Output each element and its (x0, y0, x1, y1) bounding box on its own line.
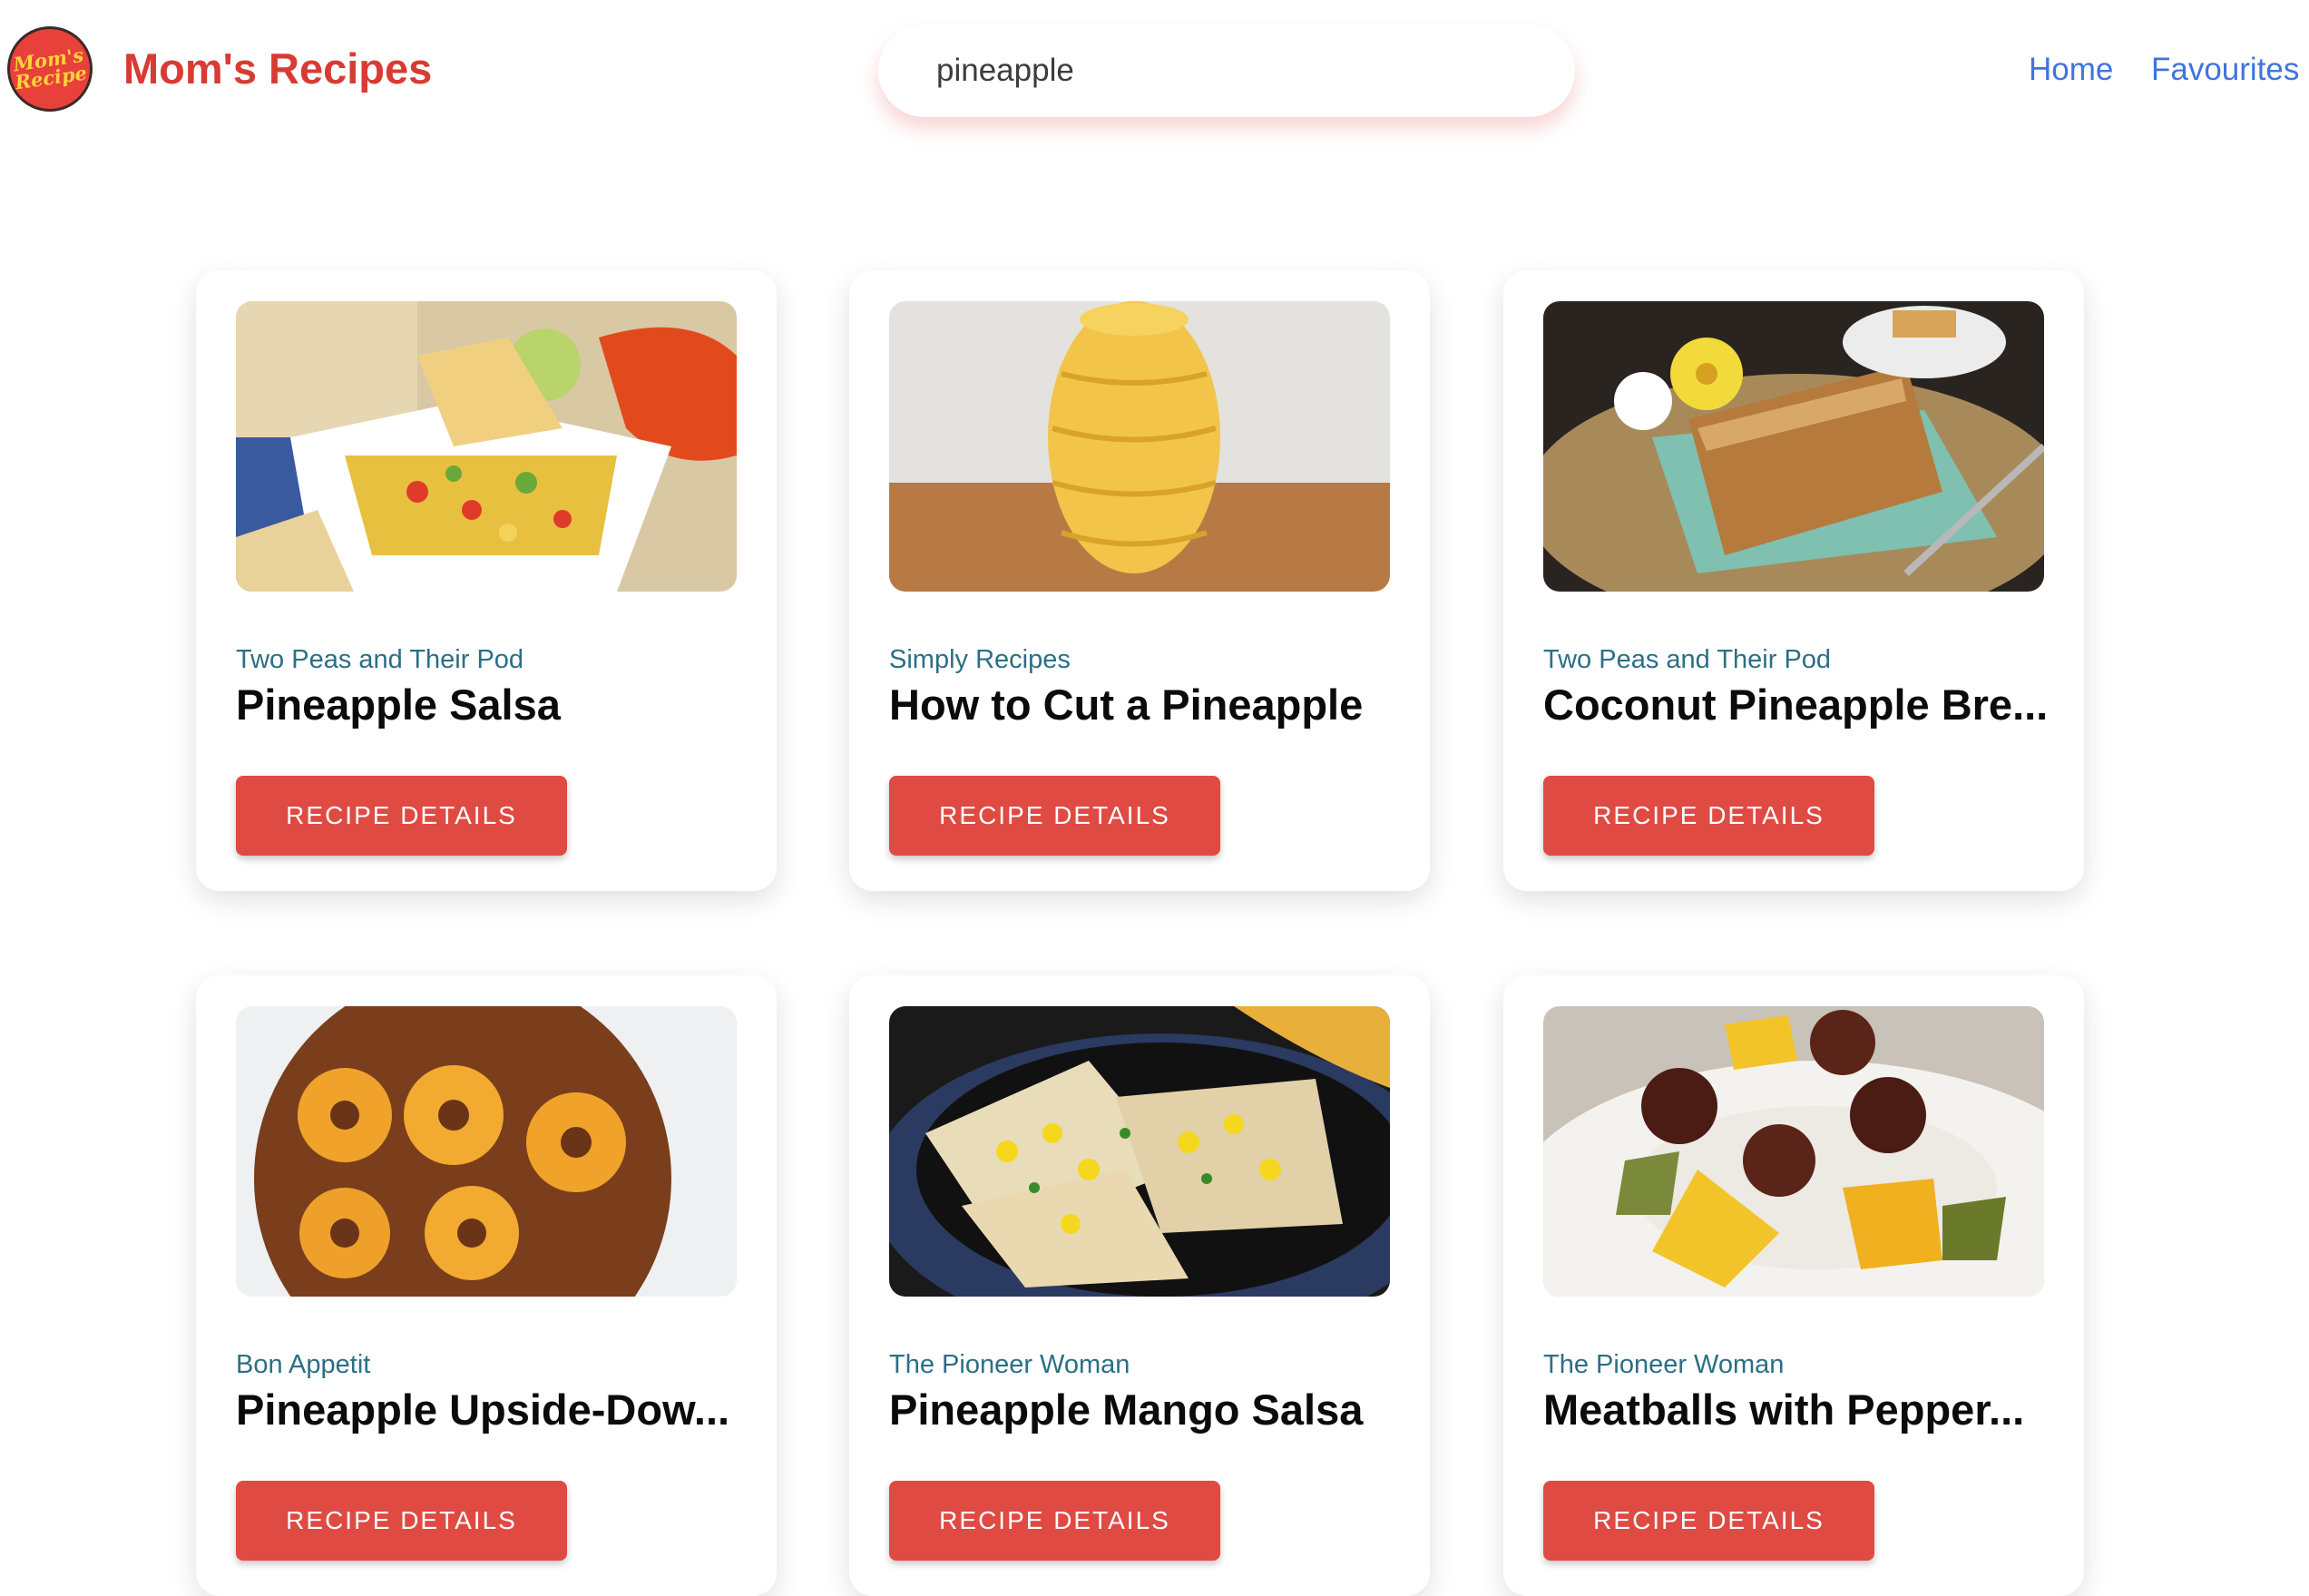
logo[interactable]: Mom's Recipe (7, 26, 93, 112)
recipe-card: Bon Appetit Pineapple Upside-Dow... RECI… (196, 975, 777, 1596)
recipe-image[interactable] (1543, 301, 2044, 592)
recipe-image[interactable] (889, 1006, 1390, 1297)
recipe-details-button[interactable]: RECIPE DETAILS (889, 1481, 1220, 1561)
logo-text: Mom's Recipe (12, 43, 89, 94)
search-bar[interactable] (878, 24, 1575, 117)
top-header: Mom's Recipe Mom's Recipes Home Favourit… (0, 0, 2309, 145)
recipe-source: Two Peas and Their Pod (236, 645, 524, 674)
recipe-title: Pineapple Salsa (236, 681, 561, 729)
recipe-details-button[interactable]: RECIPE DETAILS (236, 1481, 567, 1561)
recipe-card: Two Peas and Their Pod Pineapple Salsa R… (196, 270, 777, 891)
recipe-details-button[interactable]: RECIPE DETAILS (236, 776, 567, 856)
recipe-image[interactable] (236, 301, 737, 592)
recipe-card: The Pioneer Woman Pineapple Mango Salsa … (849, 975, 1430, 1596)
recipe-card: The Pioneer Woman Meatballs with Pepper.… (1503, 975, 2084, 1596)
recipe-card: Two Peas and Their Pod Coconut Pineapple… (1503, 270, 2084, 891)
brand-title[interactable]: Mom's Recipes (123, 44, 432, 94)
recipe-image[interactable] (889, 301, 1390, 592)
recipe-title: Pineapple Upside-Dow... (236, 1385, 730, 1434)
recipe-details-button[interactable]: RECIPE DETAILS (889, 776, 1220, 856)
recipe-image[interactable] (1543, 1006, 2044, 1297)
recipe-card: Simply Recipes How to Cut a Pineapple RE… (849, 270, 1430, 891)
recipe-title: How to Cut a Pineapple (889, 681, 1364, 729)
nav-home-link[interactable]: Home (2029, 51, 2113, 89)
recipe-details-button[interactable]: RECIPE DETAILS (1543, 1481, 1874, 1561)
recipe-title: Pineapple Mango Salsa (889, 1385, 1364, 1434)
recipe-title: Meatballs with Pepper... (1543, 1385, 2025, 1434)
nav-favourites-link[interactable]: Favourites (2151, 51, 2299, 89)
recipe-source: Simply Recipes (889, 645, 1071, 674)
recipe-source: Two Peas and Their Pod (1543, 645, 1832, 674)
recipe-details-button[interactable]: RECIPE DETAILS (1543, 776, 1874, 856)
recipe-image[interactable] (236, 1006, 737, 1297)
search-input[interactable] (936, 53, 1517, 89)
recipe-source: The Pioneer Woman (889, 1350, 1130, 1379)
recipe-title: Coconut Pineapple Bre... (1543, 681, 2049, 729)
recipe-source: The Pioneer Woman (1543, 1350, 1785, 1379)
recipe-source: Bon Appetit (236, 1350, 371, 1379)
